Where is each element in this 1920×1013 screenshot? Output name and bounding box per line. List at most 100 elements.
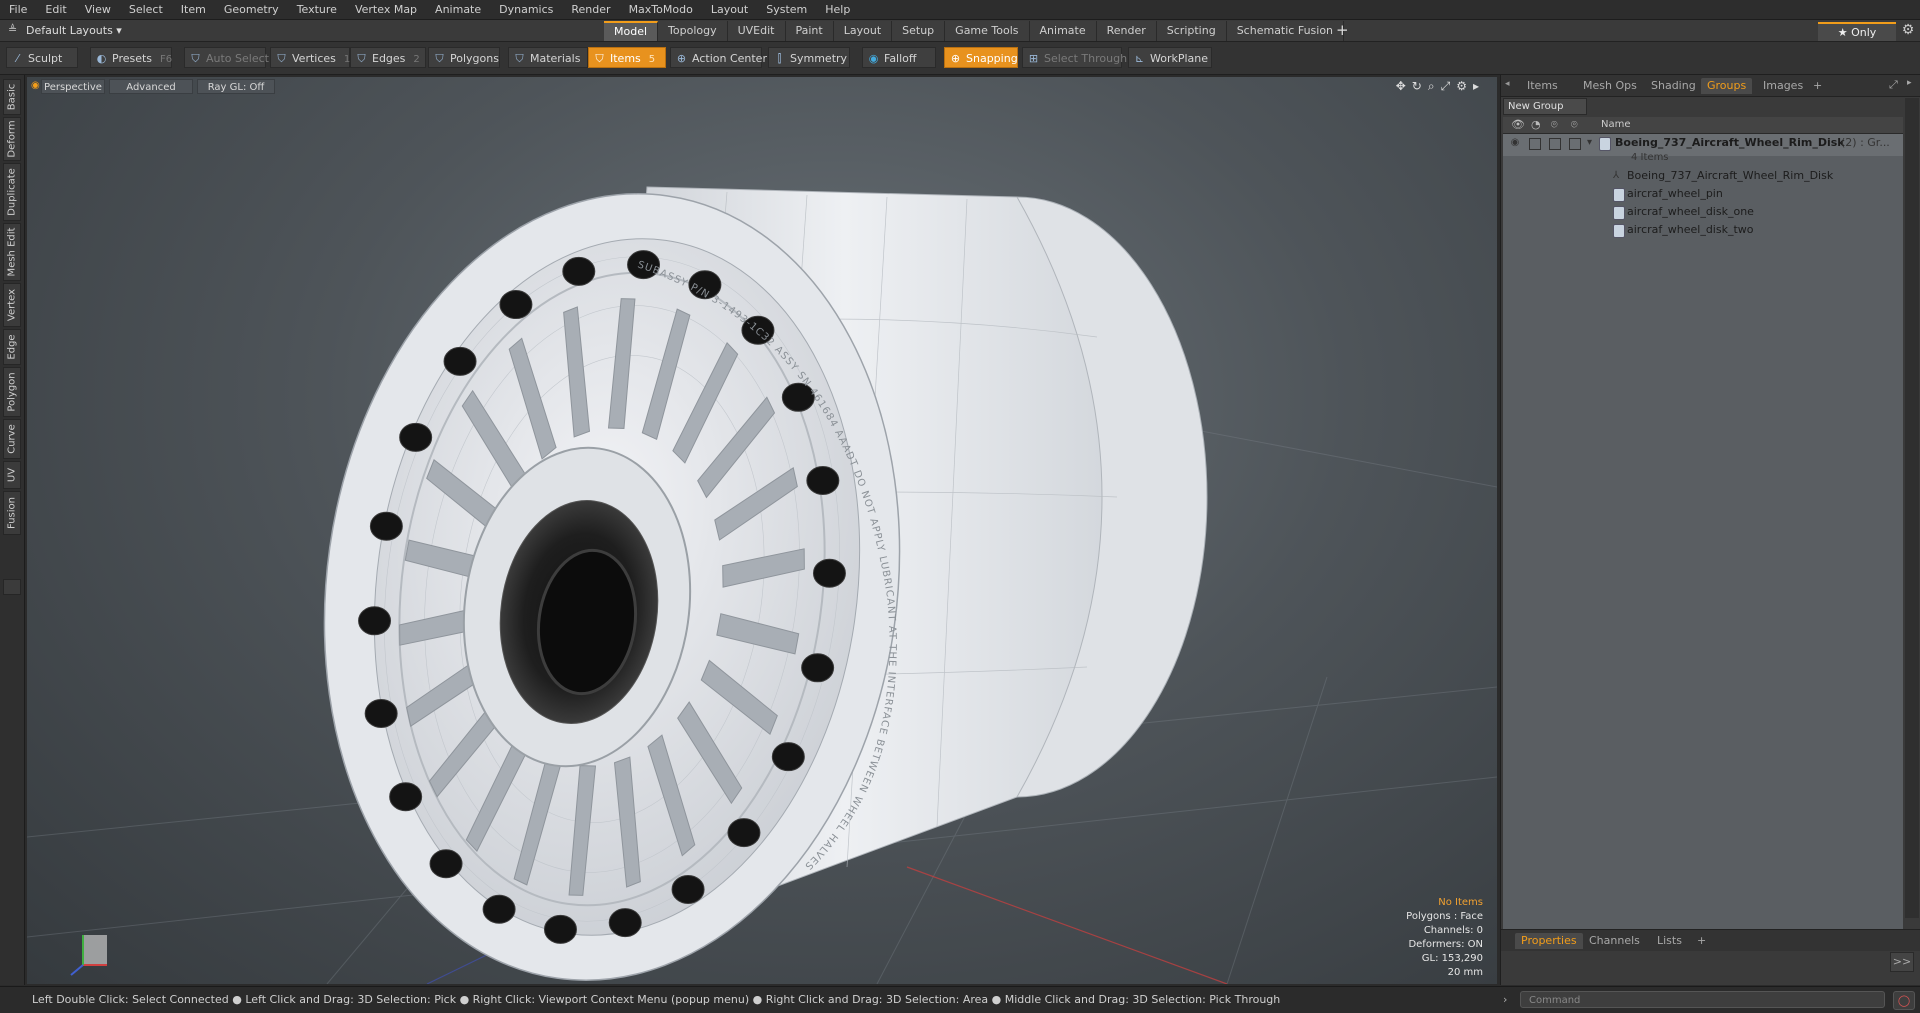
menu-animate[interactable]: Animate (426, 0, 490, 19)
menu-file[interactable]: File (0, 0, 36, 19)
command-arrow-icon[interactable]: › (1503, 987, 1507, 1013)
menu-dynamics[interactable]: Dynamics (490, 0, 562, 19)
list-item[interactable]: aircraf_wheel_pin (1503, 185, 1903, 203)
menu-help[interactable]: Help (816, 0, 859, 19)
layout-collapse-icon[interactable]: ≜ (8, 23, 17, 36)
tab-setup[interactable]: Setup (892, 21, 946, 41)
command-input[interactable]: Command (1520, 991, 1885, 1008)
more-button[interactable]: >> (1890, 952, 1914, 972)
viewport-expand-icon[interactable]: ▸ (1473, 79, 1479, 94)
tooltab-fusion[interactable]: Fusion (3, 491, 21, 535)
tooltab-vertex[interactable]: Vertex (3, 283, 21, 327)
tooltab-curve[interactable]: Curve (3, 419, 21, 459)
tooltab-uv[interactable]: UV (3, 461, 21, 489)
list-item[interactable]: aircraf_wheel_disk_one (1503, 203, 1903, 221)
materials-button[interactable]: ⛉ Materials (508, 47, 588, 68)
list-item[interactable]: ⅄ Boeing_737_Aircraft_Wheel_Rim_Disk (1503, 167, 1903, 185)
move-view-icon[interactable]: ✥ (1396, 79, 1406, 94)
rotate-view-icon[interactable]: ↻ (1412, 79, 1422, 94)
tab-paint[interactable]: Paint (785, 21, 834, 41)
tab-items[interactable]: Items (1521, 78, 1564, 94)
view-mode-button[interactable]: Perspective (41, 79, 105, 94)
tooltab-mesh-edit[interactable]: Mesh Edit (3, 223, 21, 281)
tab-game-tools[interactable]: Game Tools (945, 21, 1030, 41)
panel-expand-icon[interactable]: ⤢ (1889, 78, 1898, 92)
menu-maxtomodo[interactable]: MaxToModo (620, 0, 702, 19)
properties-body (1501, 951, 1920, 985)
panel-arrow-icon[interactable]: ▸ (1907, 78, 1912, 88)
viewport-menu-icon[interactable]: ◉ (31, 80, 40, 91)
edges-button[interactable]: ⛉ Edges 2 (350, 47, 426, 68)
tab-layout[interactable]: Layout (833, 21, 893, 41)
polygons-button[interactable]: ⛉ Polygons (428, 47, 500, 68)
3d-viewport[interactable]: SUBASSY P/N 3-1493-1C32 ASSY SN 461684 A… (27, 77, 1497, 984)
gear-icon[interactable]: ⚙ (1896, 20, 1920, 41)
tooltab-duplicate[interactable]: Duplicate (3, 163, 21, 221)
items-button[interactable]: ⛉ Items 5 (588, 47, 666, 68)
tab-mesh-ops[interactable]: Mesh Ops (1577, 78, 1643, 94)
sculpt-button[interactable]: ⁄ Sculpt (6, 47, 78, 68)
select-column-icon[interactable]: ⌾ (1571, 118, 1578, 132)
tab-properties[interactable]: Properties (1515, 933, 1583, 949)
shading-mode-button[interactable]: Advanced (109, 79, 193, 94)
menu-edit[interactable]: Edit (36, 0, 75, 19)
tab-render[interactable]: Render (1096, 21, 1157, 41)
command-run-icon[interactable]: ◯ (1893, 991, 1915, 1010)
add-panel-tab-button[interactable]: + (1807, 78, 1828, 94)
tab-lists[interactable]: Lists (1651, 933, 1688, 949)
list-item[interactable]: aircraf_wheel_disk_two (1503, 221, 1903, 239)
menu-item[interactable]: Item (172, 0, 215, 19)
tab-topology[interactable]: Topology (658, 21, 728, 41)
eye-icon[interactable]: ◉ (1509, 137, 1521, 149)
tab-channels[interactable]: Channels (1583, 933, 1646, 949)
menu-view[interactable]: View (76, 0, 120, 19)
tooltab-polygon[interactable]: Polygon (3, 367, 21, 417)
tab-schematic-fusion[interactable]: Schematic Fusion (1226, 21, 1345, 41)
lock-column-icon[interactable]: ⌾ (1551, 118, 1558, 132)
render-toggle[interactable] (1529, 138, 1541, 150)
menu-select[interactable]: Select (120, 0, 172, 19)
menu-texture[interactable]: Texture (288, 0, 346, 19)
vertices-button[interactable]: ⛉ Vertices 1 (270, 47, 350, 68)
fit-view-icon[interactable]: ⤢ (1441, 79, 1451, 94)
tooltab-deform[interactable]: Deform (3, 117, 21, 161)
group-list-scrollbar[interactable] (1905, 98, 1919, 918)
action-center-button[interactable]: ⊕ Action Center (670, 47, 767, 68)
select-toggle[interactable] (1569, 138, 1581, 150)
menu-system[interactable]: System (757, 0, 816, 19)
tab-groups[interactable]: Groups (1701, 78, 1753, 94)
layouts-dropdown[interactable]: Default Layouts ▾ (26, 20, 122, 41)
lock-toggle[interactable] (1549, 138, 1561, 150)
add-tab-button[interactable]: + (1336, 20, 1349, 41)
render-column-icon[interactable]: ◔ (1531, 118, 1541, 131)
presets-button[interactable]: ◐ Presets F6 (90, 47, 172, 68)
tab-images[interactable]: Images (1757, 78, 1809, 94)
tab-animate[interactable]: Animate (1029, 21, 1097, 41)
zoom-view-icon[interactable]: ⌕ (1428, 79, 1435, 94)
tab-shading[interactable]: Shading (1645, 78, 1702, 94)
menu-geometry[interactable]: Geometry (215, 0, 288, 19)
add-properties-tab-button[interactable]: + (1691, 933, 1712, 949)
tab-scripting[interactable]: Scripting (1156, 21, 1227, 41)
viewport-settings-icon[interactable]: ⚙ (1456, 79, 1467, 94)
collapse-arrow-icon[interactable]: ▾ (1587, 134, 1592, 152)
tooltab-expand[interactable] (3, 579, 21, 595)
auto-select-button[interactable]: ⛉ Auto Select (184, 47, 269, 68)
visibility-column-icon[interactable]: 👁 (1511, 118, 1525, 131)
tab-model[interactable]: Model (604, 21, 659, 41)
falloff-button[interactable]: ◉ Falloff (862, 47, 936, 68)
tab-uvedit[interactable]: UVEdit (727, 21, 786, 41)
workplane-button[interactable]: ⊾ WorkPlane (1128, 47, 1212, 68)
snapping-button[interactable]: ⊕ Snapping (944, 47, 1018, 68)
raygl-button[interactable]: Ray GL: Off (197, 79, 275, 94)
tooltab-edge[interactable]: Edge (3, 329, 21, 365)
select-through-button[interactable]: ⊞ Select Through (1022, 47, 1127, 68)
new-group-button[interactable]: New Group (1503, 98, 1587, 115)
menu-vertex-map[interactable]: Vertex Map (346, 0, 426, 19)
tooltab-basic[interactable]: Basic (3, 79, 21, 115)
menu-layout[interactable]: Layout (702, 0, 757, 19)
panel-menu-icon[interactable]: ◂ (1505, 79, 1510, 89)
symmetry-button[interactable]: ⫿ Symmetry (768, 47, 850, 68)
menu-render[interactable]: Render (562, 0, 619, 19)
only-button[interactable]: ★ Only (1818, 22, 1896, 41)
